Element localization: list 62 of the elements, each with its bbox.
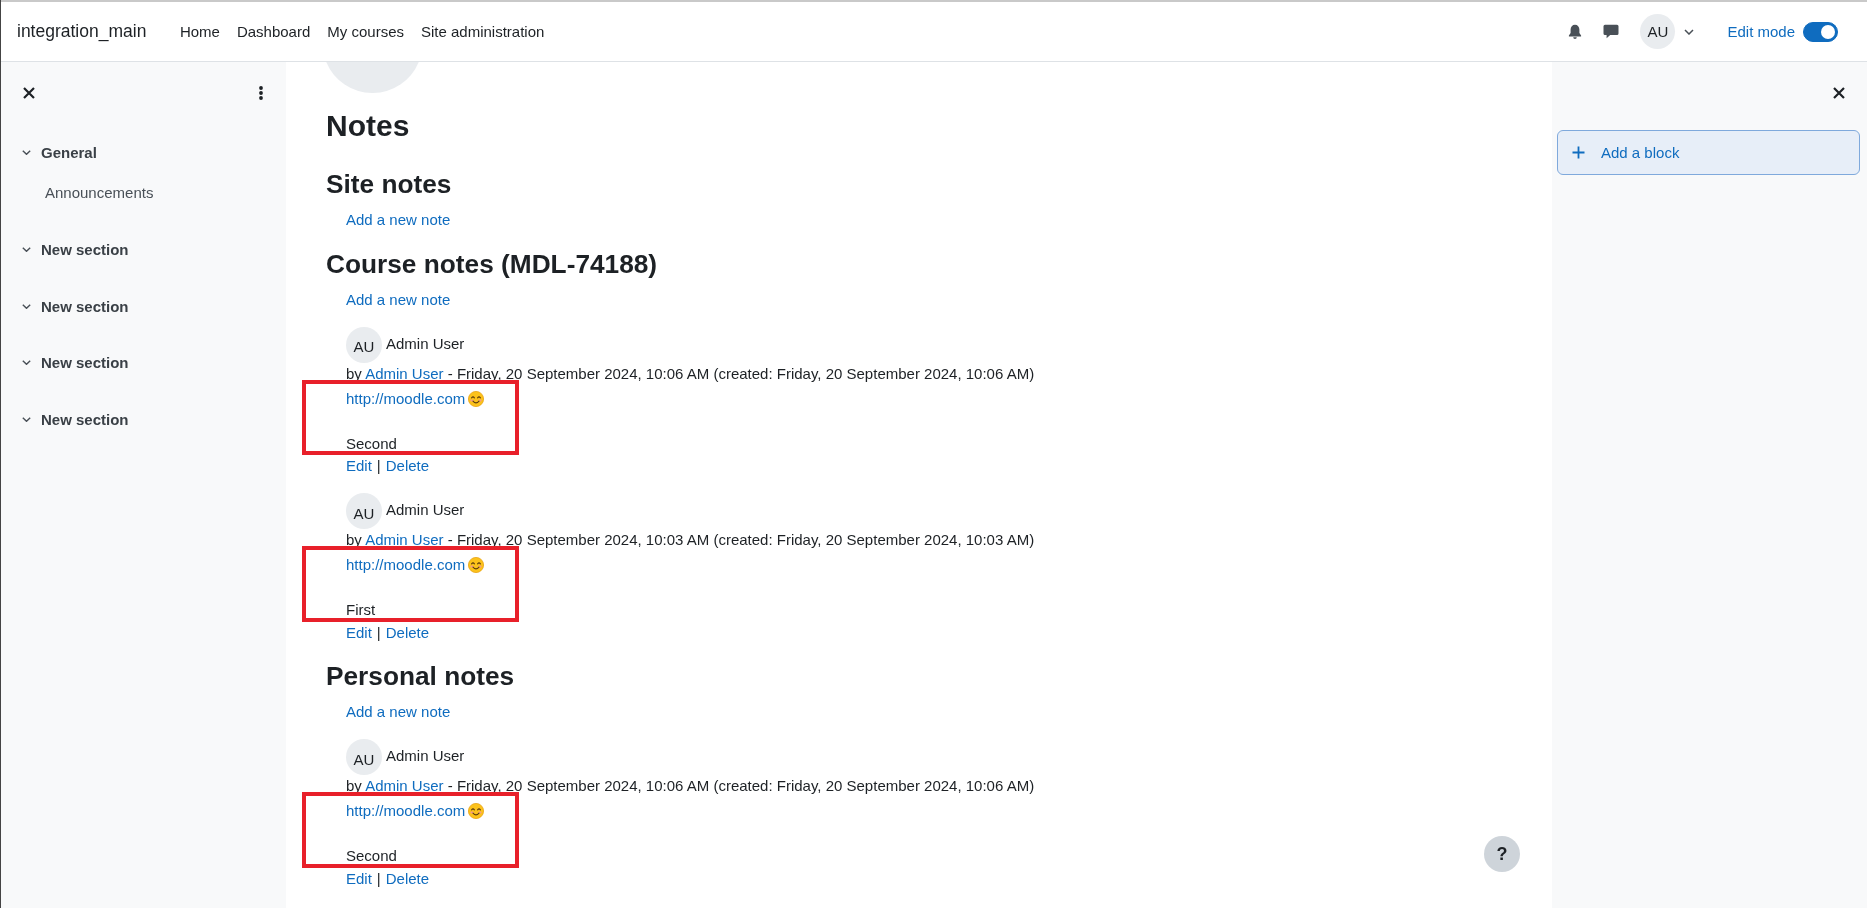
edit-mode-label[interactable]: Edit mode <box>1727 23 1795 40</box>
nav-link[interactable]: Dashboard <box>228 23 319 40</box>
add-note-link[interactable]: Add a new note <box>346 209 451 232</box>
section-heading: Personal notes <box>326 661 516 693</box>
note-action-link[interactable]: Edit <box>346 455 372 478</box>
activity-link[interactable]: Announcements <box>45 182 154 204</box>
nav-link[interactable]: Site administration <box>412 23 553 40</box>
add-note-link[interactable]: Add a new note <box>346 701 451 724</box>
note-action-link[interactable]: Delete <box>385 455 430 478</box>
note-action-link[interactable]: Edit <box>346 867 372 890</box>
help-button[interactable]: ? <box>1484 836 1520 872</box>
chevron-down-icon[interactable] <box>22 416 31 422</box>
note-text: Second <box>346 846 397 866</box>
user-avatar: AU <box>346 493 382 529</box>
smiley-icon <box>468 803 485 820</box>
note-text: Second <box>346 433 397 454</box>
section-link[interactable]: New section <box>41 410 129 428</box>
author-link[interactable]: Admin User <box>365 364 444 382</box>
add-block-button[interactable]: Add a block <box>1557 130 1860 175</box>
note-action-link[interactable]: Delete <box>385 867 430 890</box>
site-name-link[interactable]: integration_main <box>17 21 147 42</box>
separator-text: | <box>376 622 381 643</box>
separator-text: | <box>376 456 381 476</box>
smiley-icon <box>468 390 485 407</box>
page-title: Notes <box>326 108 411 144</box>
url-link[interactable]: http://moodle.com <box>346 800 466 823</box>
bell-icon[interactable] <box>1568 23 1583 40</box>
close-icon[interactable] <box>23 87 35 99</box>
user-avatar: AU <box>346 739 382 775</box>
note-text: First <box>346 600 376 620</box>
url-link[interactable]: http://moodle.com <box>346 387 466 410</box>
section-heading: Site notes <box>326 169 453 201</box>
chevron-down-icon[interactable] <box>22 247 31 252</box>
author-name: Admin User <box>386 747 465 764</box>
kebab-menu-icon[interactable] <box>259 86 263 100</box>
section-link[interactable]: New section <box>41 354 129 371</box>
chevron-down-icon[interactable] <box>22 149 31 155</box>
nav-link[interactable]: My courses <box>318 23 413 40</box>
caret-icon[interactable] <box>1684 28 1695 35</box>
author-name: Admin User <box>386 501 465 518</box>
author-link[interactable]: Admin User <box>365 777 444 794</box>
speech-bubble-icon[interactable] <box>1603 24 1620 39</box>
nav-link[interactable]: Home <box>171 23 229 40</box>
section-link[interactable]: New section <box>41 297 129 315</box>
section-link[interactable]: New section <box>41 241 129 258</box>
author-link[interactable]: Admin User <box>365 531 444 548</box>
url-link[interactable]: http://moodle.com <box>346 554 466 577</box>
note-action-link[interactable]: Delete <box>385 621 430 644</box>
author-name: Admin User <box>386 334 465 352</box>
note-action-link[interactable]: Edit <box>346 621 372 644</box>
plus-icon <box>1572 146 1585 159</box>
smiley-icon <box>468 557 485 574</box>
separator-text: | <box>376 868 381 889</box>
user-avatar: AU <box>346 326 382 363</box>
add-note-link[interactable]: Add a new note <box>346 288 451 311</box>
user-avatar-button[interactable]: AU <box>1640 14 1676 49</box>
edit-mode-toggle[interactable] <box>1803 21 1838 42</box>
chevron-down-icon[interactable] <box>22 303 31 309</box>
chevron-down-icon[interactable] <box>22 360 31 365</box>
section-heading: Course notes (MDL-74188) <box>326 248 659 280</box>
close-icon[interactable] <box>1833 87 1845 99</box>
section-link[interactable]: General <box>41 143 97 161</box>
